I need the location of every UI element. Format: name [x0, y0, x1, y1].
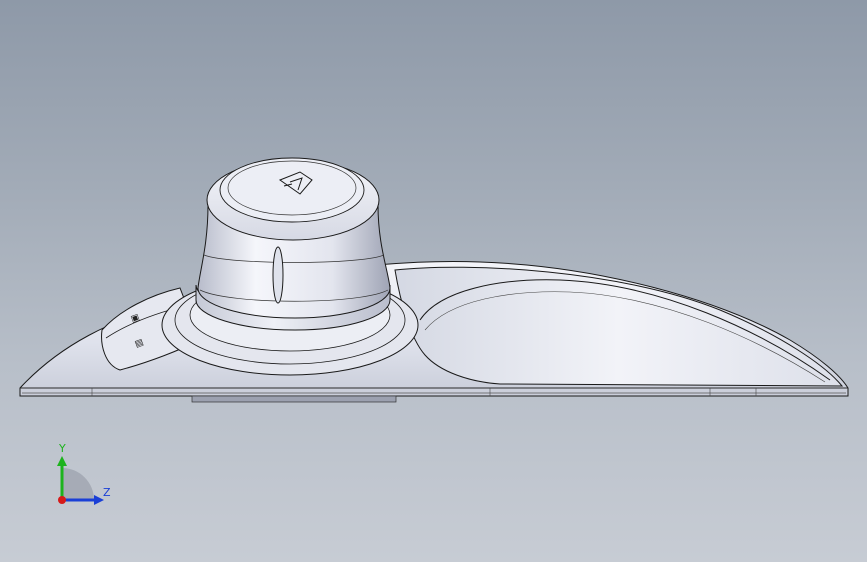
axis-triad: Y Z — [57, 442, 111, 505]
y-axis-arrow — [57, 456, 67, 466]
y-axis-label: Y — [58, 442, 66, 455]
palm-rest — [394, 266, 844, 387]
triad-quadrant — [62, 468, 94, 500]
base-foot — [191, 395, 397, 403]
graphics-viewport[interactable]: ▣ ▤ Y Z — [0, 0, 867, 562]
z-axis-label: Z — [103, 486, 111, 499]
knob-side-marker — [272, 246, 284, 304]
3d-model-view[interactable]: ▣ ▤ — [0, 0, 867, 562]
x-axis-dot — [58, 496, 66, 504]
